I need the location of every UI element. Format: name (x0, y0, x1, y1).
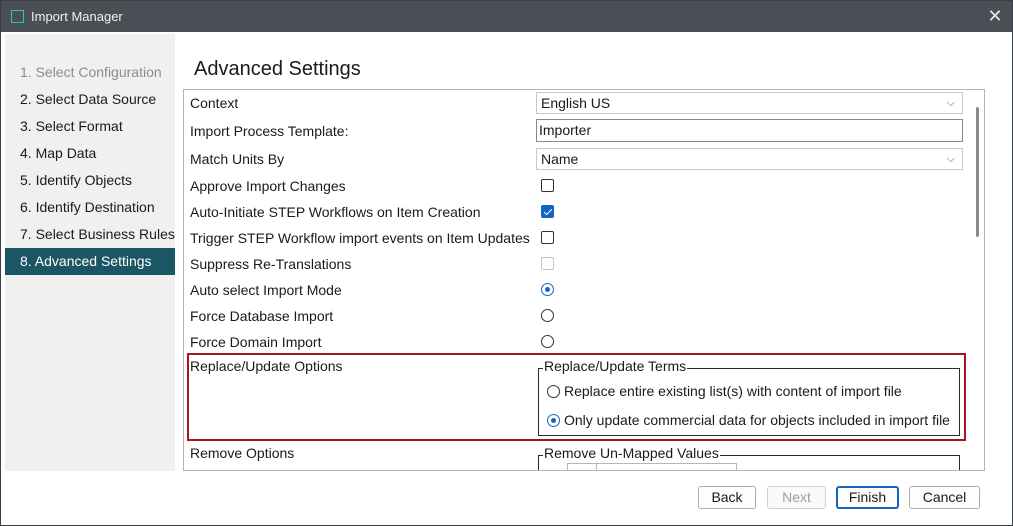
step-identify-objects[interactable]: 5. Identify Objects (5, 167, 175, 194)
step-identify-destination[interactable]: 6. Identify Destination (5, 194, 175, 221)
trigger-events-label: Trigger STEP Workflow import events on I… (190, 230, 530, 246)
remove-table-header-cell (597, 463, 737, 470)
scrollbar-thumb[interactable] (976, 107, 979, 237)
finish-button[interactable]: Finish (836, 486, 899, 509)
remove-group-title: Remove Un-Mapped Values (543, 445, 720, 461)
settings-scrollbar[interactable] (971, 91, 984, 470)
trigger-events-checkbox[interactable] (541, 231, 554, 244)
match-units-dropdown[interactable]: Name ⌵ (536, 148, 963, 170)
context-label: Context (190, 95, 239, 111)
chevron-down-icon: ⌵ (946, 153, 955, 165)
force-db-label: Force Database Import (190, 308, 334, 324)
chevron-down-icon: ⌵ (946, 97, 955, 109)
step-map-data[interactable]: 4. Map Data (5, 140, 175, 167)
step-select-format[interactable]: 3. Select Format (5, 113, 175, 140)
context-dropdown[interactable]: English US ⌵ (536, 92, 963, 114)
suppress-checkbox (541, 257, 554, 270)
wizard-steps: 1. Select Configuration 2. Select Data S… (5, 59, 175, 275)
approve-label: Approve Import Changes (190, 178, 346, 194)
force-domain-label: Force Domain Import (190, 334, 322, 350)
auto-select-label: Auto select Import Mode (190, 282, 342, 298)
step-select-business-rules[interactable]: 7. Select Business Rules (5, 221, 175, 248)
force-domain-radio[interactable] (541, 335, 554, 348)
settings-panel: Context English US ⌵ Import Process Temp… (183, 89, 985, 471)
page-title: Advanced Settings (194, 58, 361, 80)
template-input[interactable]: Importer (536, 119, 963, 142)
replace-list-radio[interactable] (547, 385, 560, 398)
remove-table-header-cell (567, 463, 597, 470)
update-commercial-radio[interactable] (547, 414, 560, 427)
template-label: Import Process Template: (190, 123, 349, 139)
approve-checkbox[interactable] (541, 179, 554, 192)
replace-update-group-title: Replace/Update Terms (543, 358, 688, 374)
import-manager-window: Import Manager ✕ 1. Select Configuration… (0, 0, 1013, 526)
step-select-data-source[interactable]: 2. Select Data Source (5, 86, 175, 113)
auto-initiate-checkbox[interactable] (541, 205, 554, 218)
title-bar: Import Manager ✕ (1, 1, 1012, 32)
back-button[interactable]: Back (698, 486, 756, 509)
remove-options-label: Remove Options (190, 445, 295, 461)
auto-initiate-label: Auto-Initiate STEP Workflows on Item Cre… (190, 204, 481, 220)
step-select-configuration: 1. Select Configuration (20, 64, 162, 80)
replace-update-label: Replace/Update Options (190, 358, 343, 374)
window-title: Import Manager (31, 9, 123, 24)
replace-list-label[interactable]: Replace entire existing list(s) with con… (564, 383, 902, 399)
update-commercial-label[interactable]: Only update commercial data for objects … (564, 412, 950, 428)
force-db-radio[interactable] (541, 309, 554, 322)
match-units-value: Name (541, 151, 579, 167)
app-window-icon (11, 10, 24, 23)
context-value: English US (541, 95, 611, 111)
step-advanced-settings[interactable]: 8. Advanced Settings (5, 248, 175, 275)
suppress-label: Suppress Re-Translations (190, 256, 352, 272)
close-icon[interactable]: ✕ (978, 1, 1012, 32)
cancel-button[interactable]: Cancel (909, 486, 980, 509)
match-units-label: Match Units By (190, 151, 285, 167)
next-button: Next (767, 486, 826, 509)
auto-select-radio[interactable] (541, 283, 554, 296)
